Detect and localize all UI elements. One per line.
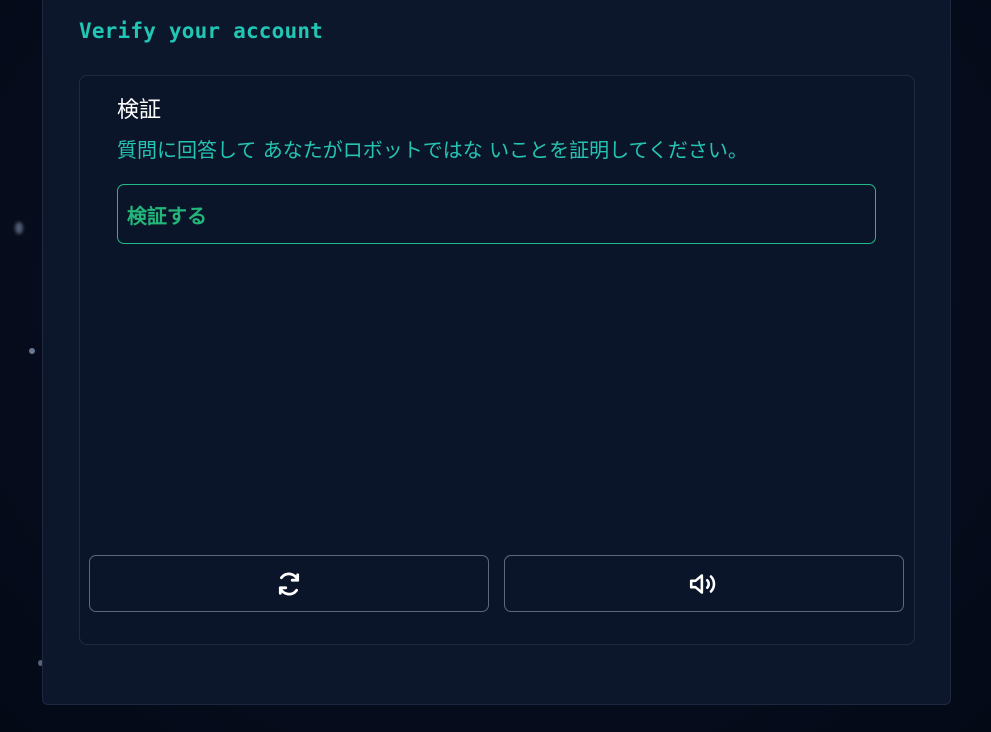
background-star xyxy=(29,348,35,354)
verification-card: Verify your account 検証 質問に回答して あなたがロボットで… xyxy=(42,0,951,705)
page-title: Verify your account xyxy=(79,19,324,43)
speaker-icon xyxy=(688,568,720,600)
captcha-panel: 検証 質問に回答して あなたがロボットではな いことを証明してください。 検証す… xyxy=(79,75,915,645)
challenge-heading: 検証 xyxy=(117,98,162,123)
background-star xyxy=(15,222,23,234)
refresh-button[interactable] xyxy=(89,555,489,612)
challenge-description: 質問に回答して あなたがロボットではな いことを証明してください。 xyxy=(117,138,748,162)
refresh-icon xyxy=(273,568,305,600)
audio-button[interactable] xyxy=(504,555,904,612)
verify-button[interactable]: 検証する xyxy=(117,184,876,244)
